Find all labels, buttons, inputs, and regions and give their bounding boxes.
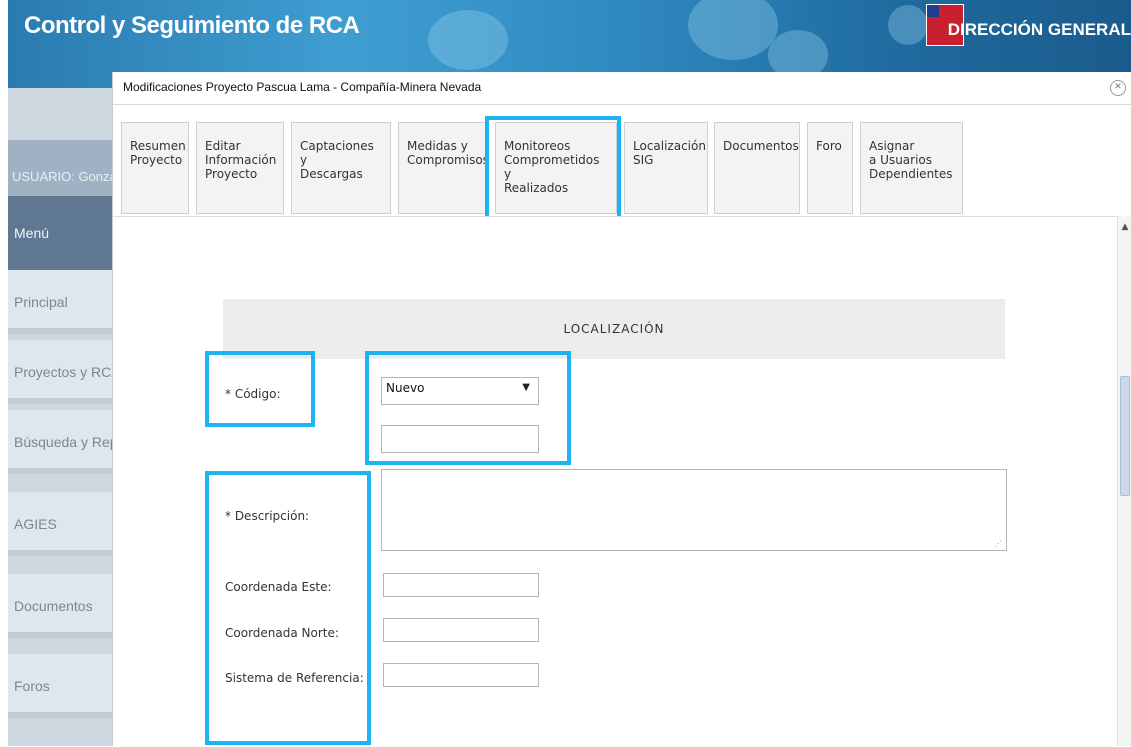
sistema-referencia-field[interactable] [383, 663, 539, 687]
coordenada-este-field[interactable] [383, 573, 539, 597]
close-icon[interactable]: ✕ [1110, 80, 1126, 96]
tab-asignar-usuarios[interactable]: Asignar a Usuarios Dependientes [860, 122, 963, 214]
sidebar-item-busqueda[interactable]: Búsqueda y Rep [8, 410, 121, 474]
descripcion-textarea[interactable]: ⋰ [381, 469, 1007, 551]
tab-editar-informacion[interactable]: Editar Información Proyecto [196, 122, 284, 214]
highlight-box-codigo-label [205, 351, 315, 427]
resize-handle-icon[interactable]: ⋰ [994, 539, 1002, 548]
modal-dialog: Modificaciones Proyecto Pascua Lama - Co… [112, 72, 1131, 747]
vertical-scrollbar[interactable]: ▲ [1117, 216, 1131, 746]
tab-foro[interactable]: Foro [807, 122, 853, 214]
sidebar-item-agies[interactable]: AGIES [8, 492, 121, 556]
tab-localizacion-sig[interactable]: Localización SIG [624, 122, 708, 214]
highlight-box-labels [205, 471, 371, 745]
sidebar-item-principal[interactable]: Principal [8, 270, 121, 334]
scroll-thumb[interactable] [1120, 376, 1130, 496]
tab-bar: Resumen Proyecto Editar Información Proy… [113, 116, 1131, 220]
highlight-box-codigo-fields [365, 351, 571, 465]
coordenada-norte-field[interactable] [383, 618, 539, 642]
sidebar-item-foros[interactable]: Foros [8, 654, 121, 718]
modal-header: Modificaciones Proyecto Pascua Lama - Co… [113, 72, 1131, 105]
highlight-box-tab [485, 116, 621, 220]
scroll-up-icon[interactable]: ▲ [1120, 222, 1130, 232]
tab-documentos[interactable]: Documentos [714, 122, 800, 214]
form-content: LOCALIZACIÓN * Código: Nuevo ▼ * Descrip… [113, 216, 1117, 747]
sidebar-item-proyectos[interactable]: Proyectos y RCA [8, 340, 121, 404]
section-title: LOCALIZACIÓN [563, 322, 665, 336]
sidebar: USUARIO: Gonza Menú Principal Proyectos … [8, 88, 121, 746]
menu-header[interactable]: Menú [8, 196, 121, 270]
tab-medidas-compromisos[interactable]: Medidas y Compromisos [398, 122, 489, 214]
sidebar-item-documentos[interactable]: Documentos [8, 574, 121, 638]
tab-captaciones-descargas[interactable]: Captaciones y Descargas [291, 122, 391, 214]
app-title: Control y Seguimiento de RCA [24, 12, 360, 39]
modal-title: Modificaciones Proyecto Pascua Lama - Co… [123, 80, 482, 94]
agency-title: DIRECCIÓN GENERAL [947, 20, 1131, 39]
tab-resumen-proyecto[interactable]: Resumen Proyecto [121, 122, 189, 214]
